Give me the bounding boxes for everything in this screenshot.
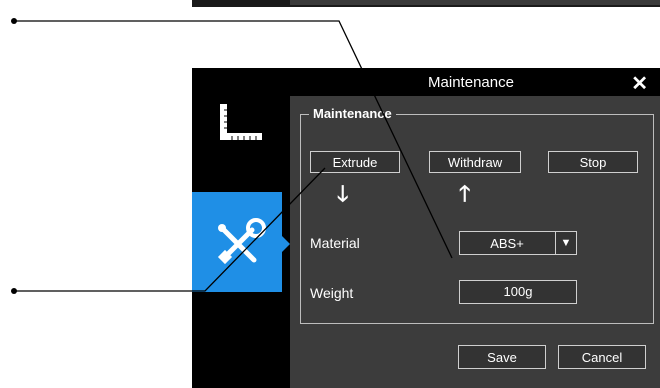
callout-lines [11,18,453,294]
